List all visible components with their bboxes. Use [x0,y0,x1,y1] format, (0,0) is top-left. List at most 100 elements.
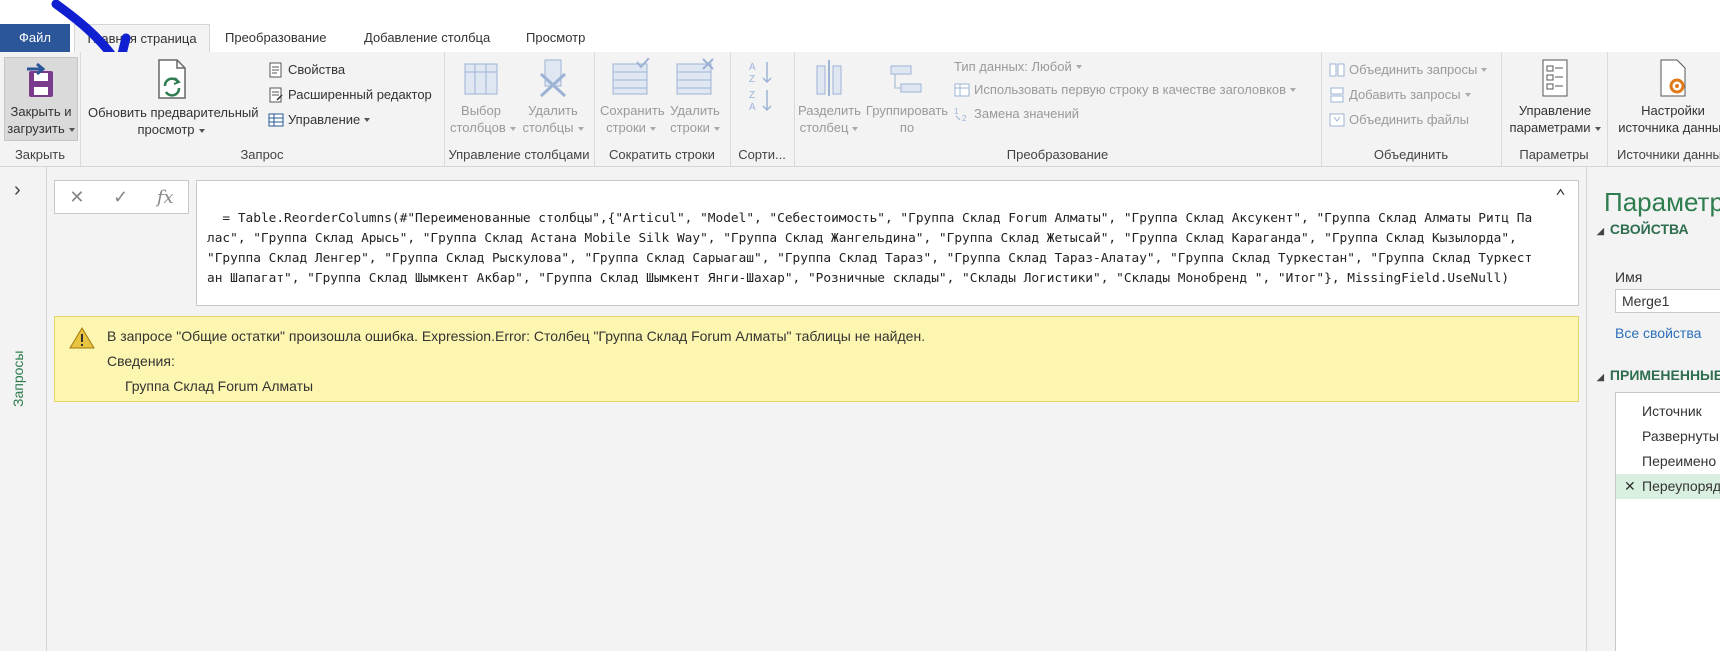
close-load-label-2: загрузить [7,121,65,136]
merge-queries-icon [1329,63,1345,77]
group-label-manage-columns: Управление столбцами [448,147,590,162]
combine-files-button[interactable]: Объединить файлы [1329,110,1469,130]
refresh-label-2: просмотр [137,122,195,137]
sort-descending-button[interactable]: ZA [746,88,776,116]
split-column-label-1: Разделить [798,103,861,118]
group-label-combine: Объединить [1373,147,1449,162]
merge-queries-label: Объединить запросы [1349,62,1478,77]
tab-add-column[interactable]: Добавление столбца [364,24,490,52]
refresh-icon [158,59,186,99]
manage-parameters-label-1: Управление [1518,103,1592,118]
data-source-settings-button[interactable]: Настройки источника данных [1613,58,1720,136]
chevron-down-icon [649,126,656,131]
remove-rows-button[interactable]: Удалить строки [664,58,726,136]
group-label-sort: Сорти... [738,147,786,162]
group-label-parameters: Параметры [1519,147,1589,162]
replace-values-icon: 12 [954,107,967,122]
replace-values-button[interactable]: 12 Замена значений [954,104,1079,124]
chevron-down-icon [1464,93,1471,97]
use-first-row-headers-label: Использовать первую строку в качестве за… [974,82,1287,97]
remove-rows-label-2: строки [670,120,710,135]
advanced-editor-icon [269,87,283,103]
ribbon-tab-strip: Файл Главная страница Преобразование Доб… [0,0,1720,77]
applied-step-selected[interactable]: ✕ Переупоряд [1616,474,1720,499]
chevron-down-icon [1075,65,1082,69]
group-label-data-sources: Источники данных [1617,147,1720,162]
data-type-dropdown[interactable]: Тип данных: Любой [954,57,1082,77]
group-by-icon [890,65,922,93]
close-load-button[interactable]: Закрыть и загрузить [4,57,78,141]
split-column-button[interactable]: Разделить столбец [798,58,861,136]
table-icon [268,113,284,127]
svg-text:1: 1 [954,107,959,116]
group-parameters: Управление параметрами Параметры [1501,52,1608,166]
split-column-icon [816,60,842,96]
keep-rows-label-2: строки [606,120,646,135]
tab-view[interactable]: Просмотр [526,24,585,52]
formula-bar-buttons: ✕ ✓ fx [54,180,189,214]
cancel-formula-icon[interactable]: ✕ [69,187,84,208]
fx-icon[interactable]: fx [157,187,174,208]
properties-section-header[interactable]: ◢ СВОЙСТВА [1597,221,1689,237]
chevron-right-icon[interactable]: › [14,179,21,202]
combine-files-icon [1329,113,1345,127]
applied-step[interactable]: Переимено [1616,449,1720,474]
data-source-settings-icon [1660,59,1686,97]
applied-step-label: Переимено [1642,453,1717,469]
name-label: Имя [1615,269,1643,285]
chevron-down-icon [364,118,371,122]
query-settings-title: Параметры [1604,187,1720,217]
remove-rows-label-1: Удалить [670,103,720,118]
properties-button[interactable]: Свойства [268,60,345,80]
manage-parameters-label-2: параметрами [1509,120,1591,135]
error-details-label: Сведения: [107,353,175,369]
chevron-down-icon [1481,68,1488,72]
svg-text:Z: Z [749,74,755,84]
all-properties-link[interactable]: Все свойства [1615,325,1701,341]
tab-transform[interactable]: Преобразование [225,24,327,52]
manage-button[interactable]: Управление [268,110,371,130]
applied-steps-section-header[interactable]: ◢ ПРИМЕНЕННЫЕ [1597,367,1720,383]
chevron-down-icon [852,126,859,131]
advanced-editor-button[interactable]: Расширенный редактор [268,85,432,105]
append-queries-icon [1330,87,1344,103]
group-label-close: Закрыть [14,147,66,162]
data-source-settings-label-2: источника данных [1618,120,1720,135]
properties-icon [269,62,282,78]
remove-columns-button[interactable]: Удалить столбцы [522,58,584,136]
sort-descending-icon: ZA [749,90,772,113]
group-reduce-rows: Сохранить строки Удалить строки Сократит… [594,52,731,166]
chevron-down-icon [198,128,205,133]
delete-step-icon[interactable]: ✕ [1624,474,1636,499]
formula-bar[interactable]: = Table.ReorderColumns(#"Переименованные… [196,180,1579,306]
remove-rows-icon [676,58,714,95]
combine-files-label: Объединить файлы [1349,112,1469,127]
chevron-down-icon [509,126,516,131]
manage-label: Управление [288,112,361,127]
query-name-input[interactable]: Merge1 [1615,289,1720,313]
applied-step[interactable]: Источник [1616,399,1720,424]
sort-ascending-button[interactable]: AZ [746,60,776,88]
group-by-button[interactable]: Группировать по [864,58,950,136]
refresh-preview-button[interactable]: Обновить предварительный просмотр [88,58,259,138]
append-queries-button[interactable]: Добавить запросы [1329,85,1471,105]
collapse-triangle-icon: ◢ [1597,372,1604,382]
manage-parameters-button[interactable]: Управление параметрами [1509,58,1601,136]
group-by-label-2: по [899,120,915,135]
formula-text: = Table.ReorderColumns(#"Переименованные… [207,211,1533,286]
confirm-formula-icon[interactable]: ✓ [113,187,128,208]
keep-rows-button[interactable]: Сохранить строки [600,58,665,136]
sort-ascending-icon: AZ [749,62,772,85]
chevron-up-icon[interactable]: ⌃ [1555,187,1566,207]
group-label-transform: Преобразование [1006,147,1109,162]
close-load-label-1: Закрыть и [10,104,72,119]
queries-pane-label[interactable]: Запросы [10,351,26,407]
applied-step[interactable]: Развернуты [1616,424,1720,449]
choose-columns-button[interactable]: Выбор столбцов [450,58,516,136]
query-settings-pane: Параметры ◢ СВОЙСТВА Имя Merge1 Все свойс… [1586,167,1720,651]
merge-queries-button[interactable]: Объединить запросы [1329,60,1488,80]
chevron-down-icon [577,126,584,131]
split-column-label-2: столбец [799,120,849,135]
choose-columns-label-2: столбцов [450,120,506,135]
use-first-row-headers-button[interactable]: Использовать первую строку в качестве за… [954,80,1297,100]
